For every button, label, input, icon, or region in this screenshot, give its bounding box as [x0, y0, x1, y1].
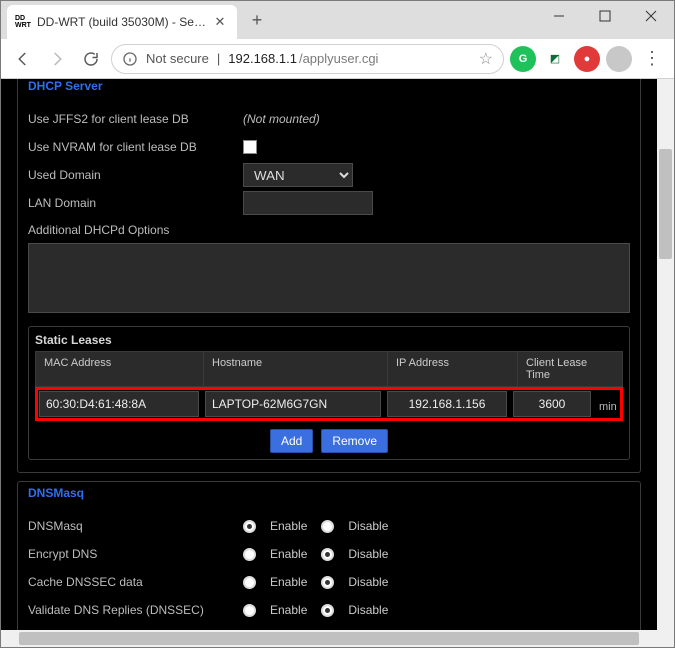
toolbar: Not secure | 192.168.1.1/applyuser.cgi ☆… [1, 39, 674, 79]
profile-avatar[interactable] [606, 46, 632, 72]
dnsmasq-disable-radio[interactable] [321, 520, 334, 533]
url-path: /applyuser.cgi [299, 51, 379, 66]
extra-options-textarea[interactable] [28, 243, 630, 313]
vertical-scrollbar[interactable] [657, 79, 674, 630]
row-used-domain: Used Domain WAN [28, 161, 630, 189]
dhcp-section: DHCP Server Use JFFS2 for client lease D… [17, 79, 641, 473]
static-leases-title: Static Leases [35, 333, 623, 347]
reload-button[interactable] [77, 45, 105, 73]
add-button[interactable]: Add [270, 429, 313, 453]
validate-enable-radio[interactable] [243, 604, 256, 617]
favicon-icon: DD WRT [15, 14, 31, 30]
extension-grammarly-icon[interactable]: G [510, 46, 536, 72]
validate-disable-label: Disable [348, 603, 388, 617]
row-validate: Validate DNS Replies (DNSSEC) Enable Dis… [28, 596, 630, 624]
horizontal-scrollbar-thumb[interactable] [19, 632, 639, 645]
dhcp-section-title: DHCP Server [28, 79, 630, 93]
url-host: 192.168.1.1 [228, 51, 297, 66]
lease-time-unit: min [599, 401, 617, 413]
tab-strip: DD WRT DD-WRT (build 35030M) - Servic ✕ … [1, 1, 536, 39]
col-host: Hostname [204, 352, 388, 386]
omnibox-separator: | [217, 51, 220, 66]
viewport: DHCP Server Use JFFS2 for client lease D… [1, 79, 674, 647]
row-cache: Cache DNSSEC data Enable Disable [28, 568, 630, 596]
lease-row-highlight [35, 387, 623, 421]
back-button[interactable] [9, 45, 37, 73]
col-mac: MAC Address [36, 352, 204, 386]
dnsmasq-enable-radio[interactable] [243, 520, 256, 533]
encrypt-label: Encrypt DNS [28, 547, 243, 561]
row-encrypt: Encrypt DNS Enable Disable [28, 540, 630, 568]
lease-time-input[interactable] [513, 391, 591, 417]
dnsmasq-disable-label: Disable [348, 519, 388, 533]
window-close-button[interactable] [628, 1, 674, 31]
new-tab-button[interactable]: + [243, 6, 271, 34]
row-dnsmasq: DNSMasq Enable Disable [28, 512, 630, 540]
lease-row [39, 391, 619, 417]
bookmark-icon[interactable]: ☆ [479, 49, 493, 69]
cache-disable-label: Disable [348, 575, 388, 589]
window-titlebar: DD WRT DD-WRT (build 35030M) - Servic ✕ … [1, 1, 674, 39]
row-jffs2: Use JFFS2 for client lease DB (Not mount… [28, 105, 630, 133]
cache-enable-radio[interactable] [243, 576, 256, 589]
used-domain-label: Used Domain [28, 168, 243, 182]
security-status: Not secure [146, 51, 209, 66]
row-lan-domain: LAN Domain [28, 189, 630, 217]
remove-button[interactable]: Remove [321, 429, 388, 453]
encrypt-disable-label: Disable [348, 547, 388, 561]
dnsmasq-section: DNSMasq DNSMasq Enable Disable Encrypt D… [17, 481, 641, 630]
row-nvram: Use NVRAM for client lease DB [28, 133, 630, 161]
extension-3-icon[interactable]: ● [574, 46, 600, 72]
dnsmasq-title: DNSMasq [28, 486, 630, 500]
cache-enable-label: Enable [270, 575, 307, 589]
window-maximize-button[interactable] [582, 1, 628, 31]
window-controls [536, 1, 674, 31]
encrypt-enable-label: Enable [270, 547, 307, 561]
page-content: DHCP Server Use JFFS2 for client lease D… [1, 79, 657, 630]
col-ip: IP Address [388, 352, 518, 386]
encrypt-enable-radio[interactable] [243, 548, 256, 561]
browser-tab[interactable]: DD WRT DD-WRT (build 35030M) - Servic ✕ [7, 5, 237, 39]
tab-close-icon[interactable]: ✕ [213, 15, 227, 29]
lan-domain-input[interactable] [243, 191, 373, 215]
cache-label: Cache DNSSEC data [28, 575, 243, 589]
window-minimize-button[interactable] [536, 1, 582, 31]
tab-title: DD-WRT (build 35030M) - Servic [37, 15, 207, 29]
nvram-label: Use NVRAM for client lease DB [28, 140, 243, 154]
lan-domain-label: LAN Domain [28, 196, 243, 210]
lease-ip-input[interactable] [387, 391, 507, 417]
dnsmasq-enable-label: Enable [270, 519, 307, 533]
lease-mac-input[interactable] [39, 391, 199, 417]
url-text: 192.168.1.1/applyuser.cgi [228, 51, 470, 66]
row-extra-options: Additional DHCPd Options [28, 223, 630, 316]
col-lease: Client Lease Time [518, 352, 616, 386]
extra-options-label: Additional DHCPd Options [28, 223, 243, 237]
horizontal-scrollbar[interactable] [1, 630, 657, 647]
nvram-checkbox[interactable] [243, 140, 257, 154]
menu-button[interactable]: ⋮ [638, 45, 666, 73]
used-domain-select[interactable]: WAN [243, 163, 353, 187]
jffs2-value: (Not mounted) [243, 112, 320, 126]
static-leases-panel: Static Leases MAC Address Hostname IP Ad… [28, 326, 630, 460]
address-bar[interactable]: Not secure | 192.168.1.1/applyuser.cgi ☆ [111, 44, 504, 74]
encrypt-disable-radio[interactable] [321, 548, 334, 561]
validate-enable-label: Enable [270, 603, 307, 617]
cache-disable-radio[interactable] [321, 576, 334, 589]
vertical-scrollbar-thumb[interactable] [659, 149, 672, 259]
lease-host-input[interactable] [205, 391, 381, 417]
jffs2-label: Use JFFS2 for client lease DB [28, 112, 243, 126]
validate-label: Validate DNS Replies (DNSSEC) [28, 603, 243, 617]
validate-disable-radio[interactable] [321, 604, 334, 617]
forward-button[interactable] [43, 45, 71, 73]
lease-button-row: Add Remove [35, 429, 623, 453]
extension-2-icon[interactable]: ◩ [542, 46, 568, 72]
dnsmasq-label: DNSMasq [28, 519, 243, 533]
lease-header-row: MAC Address Hostname IP Address Client L… [35, 351, 623, 387]
site-info-icon[interactable] [122, 51, 138, 67]
